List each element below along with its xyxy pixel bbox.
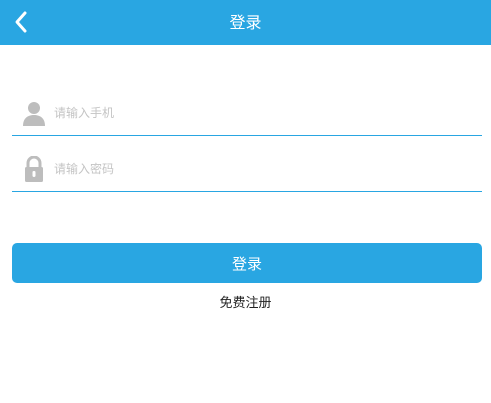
phone-input[interactable] [54,97,474,129]
password-input[interactable] [54,153,474,185]
register-link[interactable]: 免费注册 [0,292,491,311]
phone-field [12,91,482,136]
top-bar: 登录 [0,0,491,45]
user-icon [22,100,46,126]
password-field [12,147,482,192]
page-title: 登录 [229,13,262,32]
login-button[interactable]: 登录 [12,243,482,283]
lock-icon [22,156,46,182]
